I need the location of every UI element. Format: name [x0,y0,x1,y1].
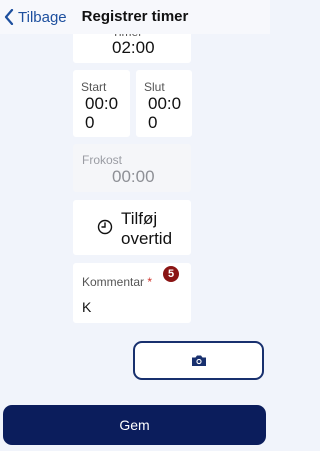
navigation-bar-overlay: Tilbage Registrer timer [0,0,270,34]
comment-input-value[interactable]: K [82,299,91,315]
start-label: Start [81,80,107,94]
add-overtime-label-line2: overtid [121,229,173,248]
required-asterisk: * [147,275,153,289]
camera-icon [191,355,206,366]
page-title: Registrer timer [81,8,189,25]
start-time-card[interactable]: Start 00:0 0 [73,70,130,137]
save-button[interactable]: Gem [3,405,266,445]
hours-value: 02:00 [112,38,155,57]
camera-button[interactable] [133,341,264,380]
comment-label: Kommentar * [82,275,152,289]
end-value-line2: 0 [148,113,158,132]
end-time-card[interactable]: Slut 00:0 0 [136,70,192,137]
lunch-card: Frokost 00:00 [73,144,191,192]
start-value-line2: 0 [85,113,95,132]
clock-icon [97,219,113,235]
add-overtime-button[interactable]: Tilføj overtid [73,200,191,255]
start-value-line1: 00:0 [85,94,119,113]
end-value-line1: 00:0 [148,94,182,113]
comment-label-text: Kommentar [82,275,145,289]
add-overtime-label-line1: Tilføj [121,209,158,228]
lunch-value: 00:00 [112,167,155,186]
comment-badge: 5 [163,266,179,282]
end-label: Slut [144,80,165,94]
lunch-label: Frokost [82,153,123,167]
